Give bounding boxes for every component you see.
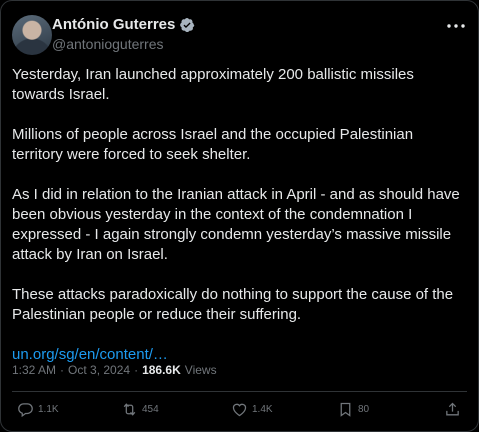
meta-separator: · (134, 363, 139, 377)
post-meta: 1:32 AM · Oct 3, 2024 · 186.6K Views (12, 363, 217, 377)
reply-icon (18, 403, 33, 418)
views-label: Views (184, 363, 217, 377)
post-paragraph: These attacks paradoxically do nothing t… (12, 286, 454, 323)
views-count: 186.6K (142, 363, 181, 377)
repost-icon (123, 403, 136, 416)
heart-icon (232, 403, 247, 417)
avatar[interactable] (12, 15, 52, 55)
author-names: António Guterres @antonioguterres (52, 16, 195, 52)
bookmark-count: 80 (358, 404, 370, 415)
bookmark-button[interactable]: 80 (337, 401, 369, 418)
post-header: António Guterres @antonioguterres (12, 15, 467, 55)
repost-count: 454 (142, 404, 159, 415)
post-date[interactable]: Oct 3, 2024 (68, 363, 130, 377)
post-paragraph: Millions of people across Israel and the… (12, 126, 414, 163)
post-card: António Guterres @antonioguterres Yester… (0, 0, 479, 432)
author-display-name[interactable]: António Guterres (52, 16, 175, 33)
bookmark-icon (340, 402, 351, 417)
post-paragraph: As I did in relation to the Iranian atta… (12, 186, 460, 263)
action-bar: 1.1K 454 1.4K 80 (17, 401, 465, 421)
post-time[interactable]: 1:32 AM (12, 363, 56, 377)
repost-button[interactable]: 454 (121, 401, 159, 418)
meta-separator: · (60, 363, 65, 377)
divider (12, 391, 467, 392)
more-options-icon[interactable] (445, 17, 467, 35)
like-count: 1.4K (252, 404, 273, 415)
reply-button[interactable]: 1.1K (17, 401, 59, 418)
share-icon (446, 402, 459, 416)
post-body: Yesterday, Iran launched approximately 2… (12, 65, 467, 385)
author-display-name-row: António Guterres (52, 16, 195, 33)
author-handle[interactable]: @antonioguterres (52, 36, 195, 52)
like-button[interactable]: 1.4K (231, 401, 273, 418)
verified-badge-icon (179, 17, 195, 33)
reply-count: 1.1K (38, 404, 59, 415)
share-button[interactable] (444, 401, 461, 418)
post-link[interactable]: un.org/sg/en/content/… (12, 346, 168, 363)
post-paragraph: Yesterday, Iran launched approximately 2… (12, 66, 414, 103)
